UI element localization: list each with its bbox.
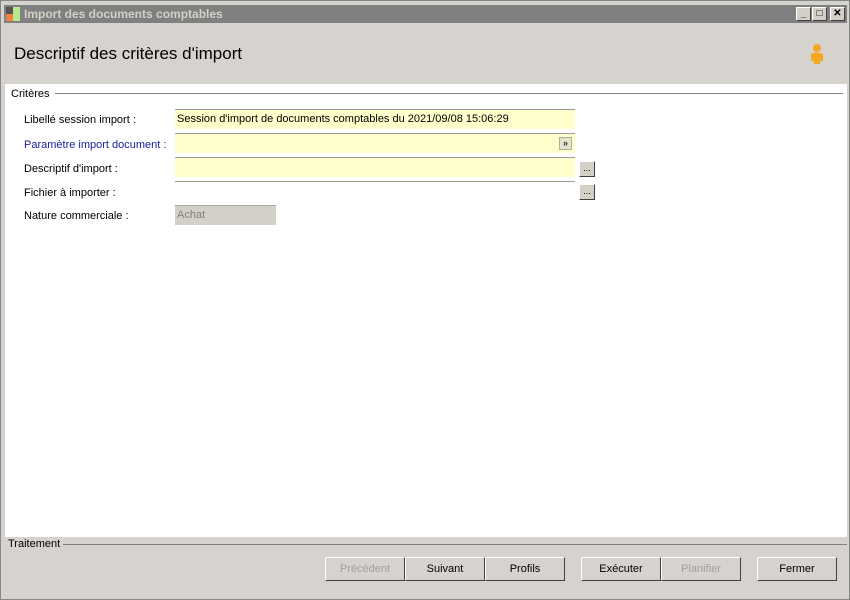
descriptif-browse-button[interactable]: ... (579, 161, 595, 177)
fichier-label: Fichier à importer : (24, 187, 116, 199)
maximize-button[interactable]: □ (812, 7, 827, 21)
planifier-button[interactable]: Planifier (661, 557, 741, 581)
executer-button[interactable]: Exécuter (581, 557, 661, 581)
user-icon[interactable] (809, 43, 825, 65)
descriptif-label: Descriptif d'import : (24, 163, 118, 175)
precedent-button[interactable]: Précédent (325, 557, 405, 581)
app-icon (6, 7, 20, 21)
divider (55, 93, 843, 94)
minimize-button[interactable]: _ (796, 7, 811, 21)
param-select[interactable]: » (175, 133, 575, 153)
param-label[interactable]: Paramètre import document : (24, 139, 166, 151)
window: Import des documents comptables _ □ ✕ De… (0, 0, 850, 600)
criteria-legend: Critères (11, 88, 50, 100)
fermer-button[interactable]: Fermer (757, 557, 837, 581)
suivant-button[interactable]: Suivant (405, 557, 485, 581)
criteria-panel: Critères Libellé session import : Sessio… (5, 84, 847, 537)
page-title: Descriptif des critères d'import (14, 44, 243, 63)
profils-button[interactable]: Profils (485, 557, 565, 581)
close-button[interactable]: ✕ (830, 7, 845, 21)
traitement-panel: Traitement Précédent Suivant Profils Exé… (5, 537, 847, 597)
traitement-legend: Traitement (8, 538, 61, 550)
window-title: Import des documents comptables (24, 7, 223, 21)
session-label: Libellé session import : (24, 114, 136, 126)
divider (63, 544, 847, 545)
session-input[interactable]: Session d'import de documents comptables… (175, 109, 575, 129)
title-bar: Import des documents comptables _ □ ✕ (4, 5, 847, 23)
descriptif-input[interactable] (175, 157, 575, 177)
fichier-browse-button[interactable]: ... (579, 184, 595, 200)
fichier-input[interactable] (175, 181, 575, 201)
chevron-down-icon[interactable]: » (559, 137, 572, 150)
header: Descriptif des critères d'import (4, 23, 847, 84)
nature-input: Achat (175, 205, 276, 225)
nature-label: Nature commerciale : (24, 210, 129, 222)
